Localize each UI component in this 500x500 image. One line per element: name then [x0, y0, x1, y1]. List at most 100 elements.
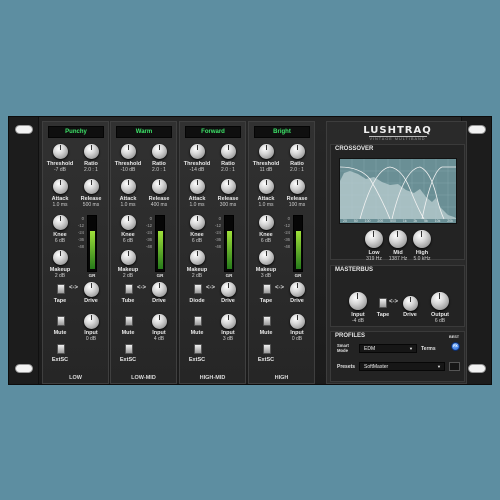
threshold-knob[interactable] [259, 144, 274, 159]
meter-fill [227, 231, 232, 269]
meter-scale-label: -48 [283, 244, 290, 249]
saturation-type-label: Tape [53, 298, 67, 304]
input-value: 4 dB [153, 336, 165, 342]
attack-knob[interactable] [259, 179, 274, 194]
band-label: HIGH-MID [199, 375, 226, 381]
mute-label: Mute [53, 330, 67, 336]
knee-knob[interactable] [190, 215, 205, 230]
threshold-knob[interactable] [190, 144, 205, 159]
gain-reduction-meter [293, 215, 303, 272]
masterbus-input-knob[interactable] [349, 292, 367, 310]
ratio-knob[interactable] [152, 144, 167, 159]
makeup-knob[interactable] [121, 250, 136, 265]
extsc-switch[interactable] [57, 344, 65, 354]
saturation-arrow: <-> [137, 285, 147, 291]
smart-mode-select[interactable]: EDM ▼ [359, 344, 417, 353]
mute-switch[interactable] [57, 316, 65, 326]
gain-reduction-meter [224, 215, 234, 272]
makeup-knob[interactable] [259, 250, 274, 265]
saturation-switch[interactable] [263, 284, 271, 294]
channel-preset-display[interactable]: Punchy [48, 126, 104, 138]
release-knob[interactable] [84, 179, 99, 194]
channel-preset-display[interactable]: Warm [116, 126, 172, 138]
release-knob[interactable] [221, 179, 236, 194]
meter-scale: 0 -12 -24 -36 -48 [138, 215, 152, 250]
crossover-graph[interactable]: 20 50 100 200 500 1k 2k 5k 10k 20k [339, 158, 457, 224]
mute-switch[interactable] [263, 316, 271, 326]
saturation-type-label: Diode [189, 298, 205, 304]
saturation-arrow: <-> [206, 285, 216, 291]
release-knob[interactable] [152, 179, 167, 194]
meter-scale-label: -12 [77, 223, 84, 228]
saturation-switch[interactable] [194, 284, 202, 294]
attack-value: 1.0 ms [120, 202, 136, 208]
saturation-switch[interactable] [57, 284, 65, 294]
gain-reduction-meter [155, 215, 165, 272]
release-knob[interactable] [290, 179, 305, 194]
meter-scale-label: -48 [214, 244, 221, 249]
channel-preset-display[interactable]: Bright [254, 126, 310, 138]
high-crossover-knob[interactable] [413, 230, 431, 248]
extsc-label: ExtSC [51, 357, 69, 363]
threshold-knob[interactable] [53, 144, 68, 159]
meter-scale-label: -48 [77, 244, 84, 249]
mute-switch[interactable] [125, 316, 133, 326]
chevron-down-icon: ▼ [409, 346, 413, 351]
mid-crossover-knob[interactable] [389, 230, 407, 248]
release-value: 300 ms [219, 202, 237, 208]
input-knob[interactable] [221, 314, 236, 329]
mute-label: Mute [190, 330, 204, 336]
attack-knob[interactable] [190, 179, 205, 194]
ratio-value: 2.0 : 1 [152, 167, 166, 173]
input-knob[interactable] [152, 314, 167, 329]
channel-preset-display[interactable]: Forward [185, 126, 241, 138]
knee-knob[interactable] [121, 215, 136, 230]
frequency-labels: 20 50 100 200 500 1k 2k 5k 10k 20k [340, 219, 456, 223]
knee-knob[interactable] [53, 215, 68, 230]
frequency-label: 1k [402, 219, 407, 223]
drive-knob[interactable] [152, 282, 167, 297]
masterbus-output-value: 6 dB [434, 318, 446, 324]
preset-save-button[interactable] [449, 362, 460, 371]
rack-mount-hole [468, 364, 486, 373]
mute-switch[interactable] [194, 316, 202, 326]
frequency-label: 5k [424, 219, 428, 223]
profiles-section: PROFILES Smart Mode EDM ▼ Terms BEST FX … [330, 331, 465, 382]
presets-label: Presets [337, 364, 356, 370]
input-knob[interactable] [290, 314, 305, 329]
ratio-knob[interactable] [221, 144, 236, 159]
release-value: 400 ms [150, 202, 168, 208]
makeup-knob[interactable] [190, 250, 205, 265]
masterbus-output-knob[interactable] [431, 292, 449, 310]
right-panel: LUSHTRAQ VINTAGE MULTIBAND CROSSOVER 20 … [326, 121, 467, 384]
masterbus-drive-knob[interactable] [403, 296, 418, 311]
brand-logo: LUSHTRAQ [363, 125, 432, 136]
presets-select[interactable]: SoftMaster ▼ [359, 362, 445, 371]
ratio-knob[interactable] [84, 144, 99, 159]
extsc-switch[interactable] [125, 344, 133, 354]
input-knob[interactable] [84, 314, 99, 329]
saturation-switch[interactable] [125, 284, 133, 294]
ratio-knob[interactable] [290, 144, 305, 159]
extsc-switch[interactable] [194, 344, 202, 354]
frequency-label: 2k [413, 219, 418, 223]
masterbus-tape-switch[interactable] [379, 298, 387, 308]
meter-scale-label: -36 [283, 237, 290, 242]
attack-knob[interactable] [53, 179, 68, 194]
low-crossover-knob[interactable] [365, 230, 383, 248]
best-button[interactable]: FX [451, 342, 460, 351]
knee-knob[interactable] [259, 215, 274, 230]
presets-value: SoftMaster [364, 364, 389, 370]
smart-mode-value: EDM [364, 346, 376, 352]
input-value: 0 dB [85, 336, 97, 342]
makeup-knob[interactable] [53, 250, 68, 265]
threshold-knob[interactable] [121, 144, 136, 159]
extsc-switch[interactable] [263, 344, 271, 354]
high-crossover-value: 5.0 kHz [413, 256, 431, 262]
attack-knob[interactable] [121, 179, 136, 194]
crossover-section: CROSSOVER 20 50 100 200 500 1k 2k 5k 10k… [330, 144, 465, 262]
frequency-label: 500 [390, 219, 396, 223]
drive-knob[interactable] [221, 282, 236, 297]
drive-knob[interactable] [84, 282, 99, 297]
drive-knob[interactable] [290, 282, 305, 297]
